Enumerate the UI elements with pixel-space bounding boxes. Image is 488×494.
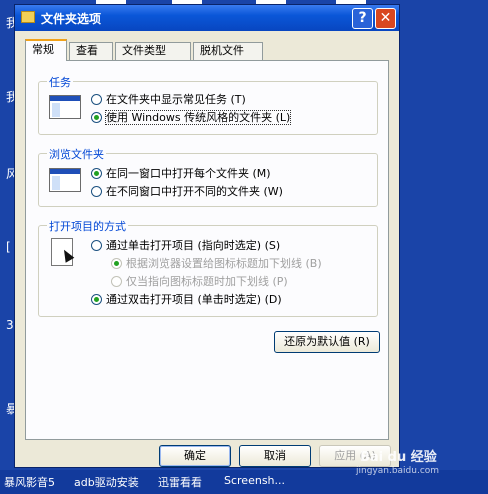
radio-label: 在不同窗口中打开不同的文件夹 (W) <box>106 185 283 198</box>
radio-single-click[interactable]: 通过单击打开项目 (指向时选定) (S) <box>91 238 280 254</box>
folder-icon <box>21 11 35 23</box>
desktop-label[interactable]: [ <box>6 240 11 254</box>
watermark-brand: Bai du 经验 <box>360 450 437 465</box>
group-label: 浏览文件夹 <box>47 146 106 162</box>
click-cursor-icon <box>51 238 75 266</box>
group-browse-folders: 浏览文件夹 在同一窗口中打开每个文件夹 (M) 在不同窗口中打开不同的文件夹 (… <box>38 146 378 207</box>
radio-button[interactable] <box>91 168 102 179</box>
tab-panel-general: 任务 在文件夹中显示常见任务 (T) 使用 Windows 传统风格的文件夹 (… <box>25 60 389 440</box>
group-label: 打开项目的方式 <box>47 218 128 234</box>
radio-button[interactable] <box>91 294 102 305</box>
radio-new-window[interactable]: 在不同窗口中打开不同的文件夹 (W) <box>91 184 283 200</box>
restore-defaults-button[interactable]: 还原为默认值 (R) <box>274 331 380 353</box>
radio-label: 在文件夹中显示常见任务 (T) <box>106 93 246 106</box>
radio-underline-point[interactable]: 仅当指向图标标题时加下划线 (P) <box>111 274 288 290</box>
radio-classic-folders[interactable]: 使用 Windows 传统风格的文件夹 (L) <box>91 110 292 126</box>
browse-preview-icon <box>49 168 81 192</box>
help-button[interactable]: ? <box>352 8 373 29</box>
radio-label: 通过双击打开项目 (单击时选定) (D) <box>106 293 282 306</box>
group-tasks: 任务 在文件夹中显示常见任务 (T) 使用 Windows 传统风格的文件夹 (… <box>38 74 378 135</box>
watermark-url: jingyan.baidu.com <box>356 466 440 476</box>
radio-button[interactable] <box>91 186 102 197</box>
ok-button[interactable]: 确定 <box>159 445 231 467</box>
window-title: 文件夹选项 <box>41 12 102 26</box>
taskbar-item[interactable]: 暴风影音5 <box>4 474 55 490</box>
radio-double-click[interactable]: 通过双击打开项目 (单击时选定) (D) <box>91 292 282 308</box>
tab-view[interactable]: 查看 <box>69 42 113 60</box>
taskbar-item[interactable]: adb驱动安装 <box>74 474 139 490</box>
radio-label: 通过单击打开项目 (指向时选定) (S) <box>106 239 281 252</box>
close-button[interactable]: ✕ <box>375 8 396 29</box>
tab-general[interactable]: 常规 <box>25 39 67 61</box>
radio-label: 使用 Windows 传统风格的文件夹 (L) <box>104 110 292 125</box>
radio-underline-browser[interactable]: 根据浏览器设置给图标标题加下划线 (B) <box>111 256 322 272</box>
radio-button[interactable] <box>111 258 122 269</box>
radio-label: 根据浏览器设置给图标标题加下划线 (B) <box>126 257 322 270</box>
group-open-items: 打开项目的方式 通过单击打开项目 (指向时选定) (S) 根据浏览器设置给图标标… <box>38 218 378 317</box>
group-label: 任务 <box>47 74 73 90</box>
radio-show-common-tasks[interactable]: 在文件夹中显示常见任务 (T) <box>91 92 246 108</box>
radio-button[interactable] <box>91 240 102 251</box>
radio-same-window[interactable]: 在同一窗口中打开每个文件夹 (M) <box>91 166 271 182</box>
radio-label: 仅当指向图标标题时加下划线 (P) <box>126 275 288 288</box>
tasks-preview-icon <box>49 95 81 119</box>
desktop-label[interactable]: 3 <box>6 318 14 332</box>
taskbar-item[interactable]: Screensh... <box>224 474 285 487</box>
radio-button[interactable] <box>111 276 122 287</box>
tab-file-types[interactable]: 文件类型 <box>115 42 191 60</box>
cancel-button[interactable]: 取消 <box>239 445 311 467</box>
radio-button[interactable] <box>91 112 102 123</box>
baidu-watermark: Bai du 经验 jingyan.baidu.com <box>356 446 439 476</box>
radio-button[interactable] <box>91 94 102 105</box>
radio-label: 在同一窗口中打开每个文件夹 (M) <box>106 167 271 180</box>
taskbar-item[interactable]: 迅雷看看 <box>158 474 202 490</box>
title-bar[interactable]: 文件夹选项 ? ✕ <box>15 5 399 31</box>
desktop-right-area <box>404 0 488 470</box>
folder-options-dialog: 文件夹选项 ? ✕ 常规 查看 文件类型 脱机文件 任务 在文件夹中显示常见任务… <box>14 4 400 468</box>
tab-offline-files[interactable]: 脱机文件 <box>193 42 263 60</box>
